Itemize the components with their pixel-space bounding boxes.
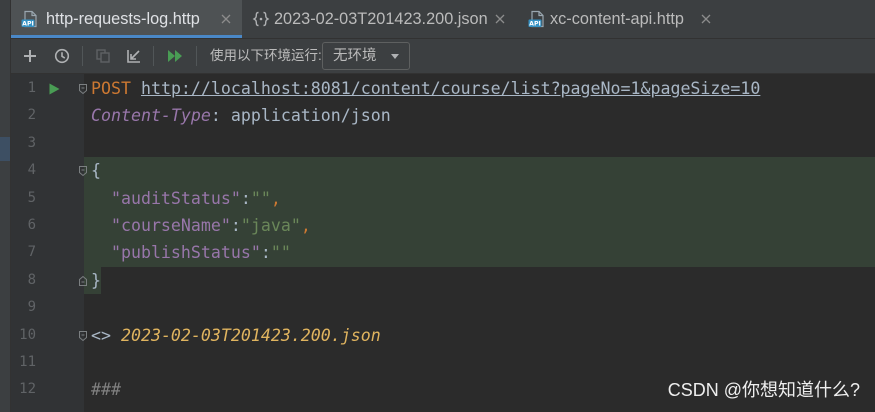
- code-line[interactable]: 10 <> 2023-02-03T201423.200.json: [11, 322, 875, 349]
- code-token[interactable]: 2023-02-03T201423.200.json: [121, 326, 381, 345]
- code-line[interactable]: 4{: [11, 157, 875, 185]
- code-line[interactable]: 6 "courseName":"java",: [11, 212, 875, 240]
- run-all-icon[interactable]: [167, 48, 185, 64]
- line-number[interactable]: 3: [11, 130, 36, 157]
- code-text[interactable]: <> 2023-02-03T201423.200.json: [84, 322, 381, 349]
- code-line[interactable]: 11: [11, 349, 875, 376]
- code-line[interactable]: 5 "auditStatus":"",: [11, 184, 875, 212]
- json-file-icon: [252, 10, 270, 28]
- code-text[interactable]: [84, 349, 91, 376]
- code-line[interactable]: 9: [11, 294, 875, 321]
- code-token[interactable]: "java": [241, 216, 301, 235]
- code-token[interactable]: Content-Type: [91, 106, 211, 125]
- injected-json-highlight: [84, 157, 875, 185]
- run-gutter-icon[interactable]: [48, 83, 60, 95]
- code-token[interactable]: [91, 216, 111, 235]
- fold-collapse-icon[interactable]: [78, 83, 88, 95]
- code-editor[interactable]: 1 POST http://localhost:8081/content/cour…: [11, 74, 875, 412]
- tab-label: 2023-02-03T201423.200.json: [274, 10, 488, 28]
- line-number[interactable]: 10: [11, 322, 36, 349]
- code-token[interactable]: }: [91, 271, 101, 290]
- tab-label: http-requests-log.http: [46, 10, 200, 28]
- code-token[interactable]: "courseName": [111, 216, 231, 235]
- code-token[interactable]: :: [261, 243, 271, 262]
- code-token[interactable]: [91, 243, 111, 262]
- code-line[interactable]: 3: [11, 130, 875, 157]
- tab-response-json[interactable]: 2023-02-03T201423.200.json: [242, 0, 518, 38]
- api-badge-text: API: [529, 21, 541, 28]
- environment-select[interactable]: 无环境: [322, 42, 410, 70]
- code-token[interactable]: [131, 79, 141, 98]
- line-number[interactable]: 4: [11, 157, 36, 184]
- active-tab-indicator: [11, 35, 242, 38]
- line-number[interactable]: 12: [11, 376, 36, 403]
- import-icon[interactable]: [126, 48, 142, 64]
- code-line[interactable]: 1 POST http://localhost:8081/content/cour…: [11, 75, 875, 102]
- line-number[interactable]: 7: [11, 239, 36, 266]
- fold-collapse-icon[interactable]: [78, 165, 88, 177]
- copy-icon[interactable]: [95, 48, 111, 64]
- line-number[interactable]: 11: [11, 349, 36, 376]
- code-lines[interactable]: 1 POST http://localhost:8081/content/cour…: [11, 75, 875, 412]
- code-line[interactable]: 8}: [11, 266, 875, 295]
- code-token[interactable]: <>: [91, 326, 121, 345]
- code-text[interactable]: [84, 294, 91, 321]
- code-line[interactable]: 2 Content-Type: application/json: [11, 102, 875, 129]
- code-token[interactable]: "auditStatus": [111, 189, 241, 208]
- close-tab-icon[interactable]: [701, 14, 711, 24]
- code-token[interactable]: ###: [91, 380, 121, 399]
- code-text[interactable]: POST http://localhost:8081/content/cours…: [84, 75, 760, 102]
- watermark: CSDN @你想知道什么?: [667, 380, 860, 400]
- close-tab-icon[interactable]: [495, 14, 505, 24]
- code-text[interactable]: [84, 130, 91, 157]
- code-token[interactable]: "": [271, 243, 291, 262]
- toolbar-separator: [153, 46, 154, 66]
- fold-end-icon[interactable]: [78, 275, 88, 287]
- code-text[interactable]: ###: [84, 376, 121, 403]
- code-token[interactable]: : application/json: [211, 106, 391, 125]
- code-token[interactable]: "publishStatus": [111, 243, 261, 262]
- toolbar-separator: [196, 46, 197, 66]
- line-number[interactable]: 1: [11, 75, 36, 102]
- project-panel-edge[interactable]: [0, 0, 11, 412]
- environment-label: 使用以下环境运行:: [210, 48, 322, 63]
- line-number[interactable]: 6: [11, 212, 36, 239]
- history-icon[interactable]: [54, 48, 70, 64]
- code-token[interactable]: ,: [271, 189, 281, 208]
- code-text[interactable]: "publishStatus":"": [84, 239, 291, 266]
- toolbar-separator: [82, 46, 83, 66]
- line-number[interactable]: 5: [11, 185, 36, 212]
- api-file-icon: API: [528, 10, 546, 28]
- code-token[interactable]: [91, 189, 111, 208]
- environment-select-value: 无环境: [333, 48, 377, 64]
- tab-http-requests-log[interactable]: API http-requests-log.http: [11, 0, 242, 38]
- code-text[interactable]: Content-Type: application/json: [84, 102, 391, 129]
- code-token[interactable]: :: [241, 189, 251, 208]
- code-line[interactable]: 7 "publishStatus":"": [11, 239, 875, 267]
- line-number[interactable]: 9: [11, 294, 36, 321]
- code-token[interactable]: {: [91, 161, 101, 180]
- code-text[interactable]: "courseName":"java",: [84, 212, 311, 239]
- line-number[interactable]: 2: [11, 102, 36, 129]
- api-badge-text: API: [22, 21, 34, 28]
- tab-label: xc-content-api.http: [550, 10, 684, 28]
- tab-xc-content-api[interactable]: API xc-content-api.http: [518, 0, 722, 38]
- add-icon[interactable]: [22, 48, 38, 64]
- fold-collapse-icon[interactable]: [78, 330, 88, 342]
- code-token[interactable]: ,: [301, 216, 311, 235]
- http-client-toolbar: 使用以下环境运行: 无环境: [11, 39, 875, 74]
- close-tab-icon[interactable]: [221, 14, 231, 24]
- code-token[interactable]: POST: [91, 79, 131, 98]
- api-file-icon: API: [21, 10, 39, 28]
- chevron-down-icon: [390, 52, 400, 61]
- project-tree-selected-row[interactable]: [0, 137, 10, 161]
- code-text[interactable]: "auditStatus":"",: [84, 185, 281, 212]
- line-number[interactable]: 8: [11, 267, 36, 294]
- code-token[interactable]: :: [231, 216, 241, 235]
- editor-tab-bar: API http-requests-log.http 2023-02-03T20…: [11, 0, 875, 39]
- request-url-link[interactable]: http://localhost:8081/content/course/lis…: [141, 79, 760, 98]
- code-token[interactable]: "": [251, 189, 271, 208]
